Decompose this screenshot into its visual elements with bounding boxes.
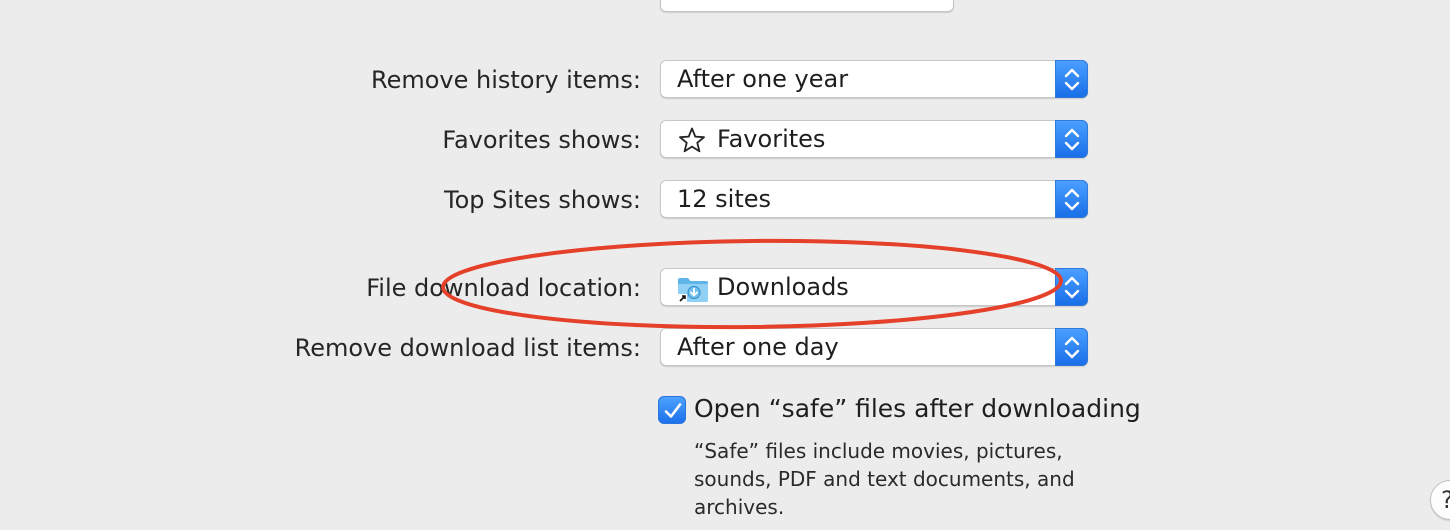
favorites-shows-label: Favorites shows: (442, 126, 641, 154)
popup-stepper-icon (1055, 328, 1088, 366)
favorites-shows-popup[interactable]: Favorites (660, 120, 1088, 158)
help-button-label: ? (1441, 485, 1450, 515)
remove-history-value: After one year (677, 65, 849, 93)
open-safe-files-checkbox[interactable] (658, 396, 686, 424)
top-sites-shows-value: 12 sites (677, 185, 772, 213)
remove-history-label: Remove history items: (370, 66, 641, 94)
remove-download-list-label: Remove download list items: (294, 334, 641, 362)
remove-history-popup[interactable]: After one year (660, 60, 1088, 98)
favorites-shows-value: Favorites (717, 125, 826, 153)
download-location-popup[interactable]: Downloads (660, 268, 1088, 306)
download-location-label: File download location: (366, 274, 641, 302)
remove-download-list-value: After one day (677, 333, 839, 361)
popup-stepper-icon (1055, 268, 1088, 306)
safe-files-description: “Safe” files include movies, pictures, s… (694, 439, 1075, 519)
cutoff-popup-button[interactable] (660, 0, 954, 12)
remove-download-list-popup[interactable]: After one day (660, 328, 1088, 366)
popup-stepper-icon (1055, 120, 1088, 158)
help-button[interactable]: ? (1430, 480, 1450, 520)
popup-stepper-icon (1055, 60, 1088, 98)
download-location-value: Downloads (717, 273, 849, 301)
open-safe-files-label: Open “safe” files after downloading (694, 394, 1141, 423)
top-sites-shows-popup[interactable]: 12 sites (660, 180, 1088, 218)
downloads-folder-icon (677, 275, 708, 303)
star-icon (677, 127, 707, 153)
safari-general-preferences: Remove history items: After one year Fav… (0, 0, 1450, 530)
popup-stepper-icon (1055, 180, 1088, 218)
top-sites-shows-label: Top Sites shows: (444, 186, 641, 214)
checkmark-icon (664, 403, 682, 418)
